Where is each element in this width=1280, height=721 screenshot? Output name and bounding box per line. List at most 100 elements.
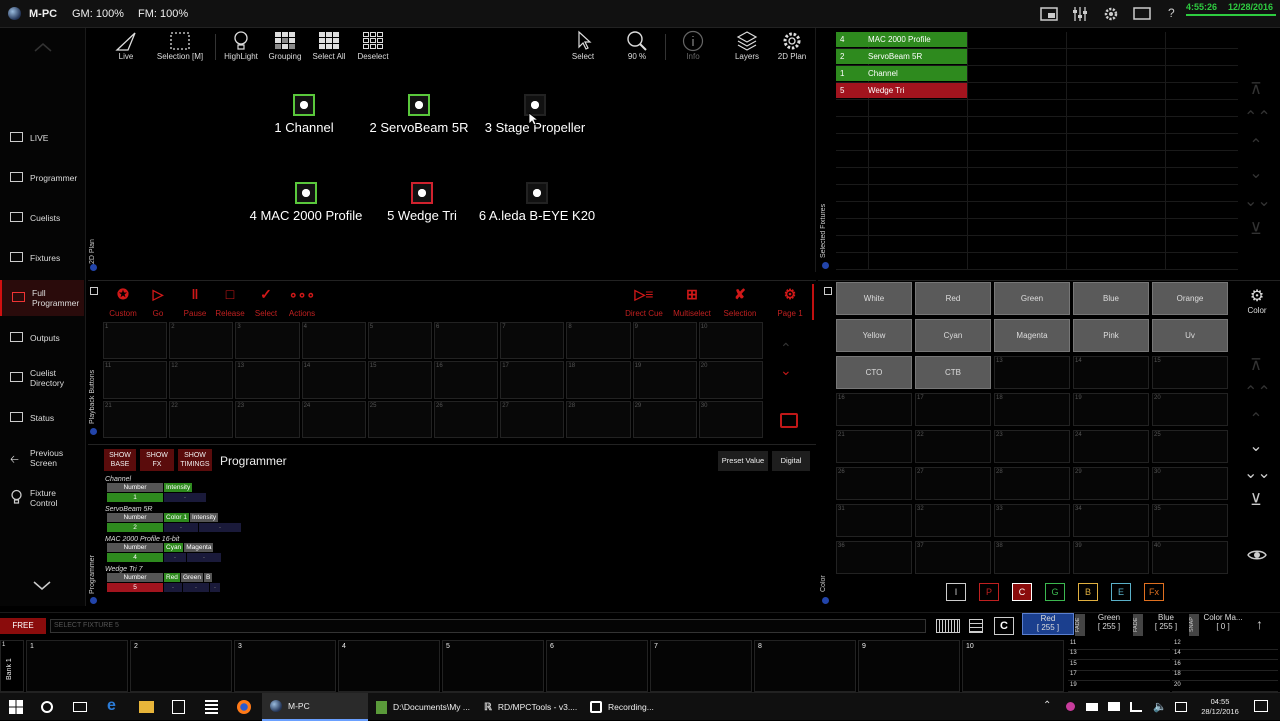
fader-mode-tag[interactable]: FADE <box>1133 614 1143 636</box>
fader-mode-tag[interactable]: SNAP <box>1189 614 1199 636</box>
color-preset-empty[interactable]: 20 <box>1152 393 1228 426</box>
playback-cell[interactable]: 21 <box>103 400 168 438</box>
attribute-value-cell[interactable]: - <box>164 583 182 592</box>
sidebar-item-fixture-control[interactable]: Fixture Control <box>0 480 84 516</box>
color-preset-empty[interactable]: 14 <box>1073 356 1149 389</box>
pb-up-arrow-icon[interactable]: ⌃ <box>780 340 792 357</box>
color-preset-empty[interactable]: 34 <box>1073 504 1149 537</box>
playback-cell[interactable]: 2 <box>169 322 234 360</box>
color-preset-magenta[interactable]: Magenta <box>994 319 1070 352</box>
color-preset-empty[interactable]: 16 <box>836 393 912 426</box>
color-settings-button[interactable]: ⚙ Color <box>1244 286 1270 315</box>
tool-info[interactable]: Info <box>678 30 708 61</box>
tool-select-all[interactable]: Select All <box>310 30 348 61</box>
color-preset-empty[interactable]: 15 <box>1152 356 1228 389</box>
mini-bank-slot[interactable]: 12 <box>1172 640 1278 650</box>
window-icon[interactable] <box>1133 6 1151 22</box>
color-preset-empty[interactable]: 19 <box>1073 393 1149 426</box>
attribute-value-cell[interactable]: - <box>164 553 186 562</box>
fixture-number-cell[interactable]: 2 <box>107 523 163 532</box>
playback-cell[interactable]: 17 <box>500 361 565 399</box>
color-preset-white[interactable]: White <box>836 282 912 315</box>
playback-cell[interactable]: 11 <box>103 361 168 399</box>
pb-pause-button[interactable]: ‖ Pause <box>180 286 210 318</box>
feature-group-c[interactable]: C <box>1012 583 1032 601</box>
feature-group-e[interactable]: E <box>1111 583 1131 601</box>
playback-cell[interactable]: 19 <box>632 361 697 399</box>
fader-green[interactable]: Green[ 255 ] <box>1086 613 1132 635</box>
fixture-2-servobeam[interactable]: 2 ServoBeam 5R <box>362 94 476 135</box>
sidebar-item-cuelists[interactable]: Cuelists <box>0 200 84 236</box>
edge-icon[interactable]: e <box>107 697 116 715</box>
help-icon[interactable]: ? <box>1168 6 1175 20</box>
keypad-icon[interactable] <box>969 619 983 633</box>
tool-select[interactable]: Select <box>568 30 598 61</box>
task-mpctools[interactable]: ℝ RD/MPCTools - v3.... <box>476 693 582 721</box>
feature-group-fx[interactable]: Fx <box>1144 583 1164 601</box>
playback-cell[interactable]: 4 <box>301 322 366 360</box>
mini-bank-slot[interactable]: 13 <box>1068 650 1170 661</box>
color-preset-empty[interactable]: 28 <box>994 467 1070 500</box>
color-preset-cyan[interactable]: Cyan <box>915 319 991 352</box>
playback-cell[interactable]: 12 <box>169 361 234 399</box>
playback-cell[interactable]: 20 <box>698 361 763 399</box>
programmer-fixture[interactable]: Wedge Tri 7 Number Red Green B 5- - - <box>105 566 305 592</box>
attribute-value-cell[interactable]: - <box>199 523 241 532</box>
playback-cell[interactable]: 13 <box>235 361 300 399</box>
playback-cell[interactable]: 27 <box>500 400 565 438</box>
color-preset-empty[interactable]: 30 <box>1152 467 1228 500</box>
color-preset-empty[interactable]: 23 <box>994 430 1070 463</box>
digital-button[interactable]: Digital <box>772 451 810 471</box>
bank-slot[interactable]: 10 <box>962 640 1064 692</box>
pb-actions-button[interactable]: ∘∘∘ Actions <box>286 286 318 318</box>
chevron-up-icon[interactable] <box>34 42 52 52</box>
tool-grouping[interactable]: Grouping <box>266 30 304 61</box>
selected-row[interactable]: 4 MAC 2000 Profile <box>836 32 967 47</box>
tray-app-icon[interactable] <box>1066 702 1075 711</box>
color-preset-empty[interactable]: 33 <box>994 504 1070 537</box>
attribute-value-cell[interactable]: - <box>164 523 198 532</box>
fixture-number-cell[interactable]: 4 <box>107 553 163 562</box>
programmer-fixture[interactable]: MAC 2000 Profile 16-bit Number Cyan Magenta… <box>105 536 305 562</box>
playback-cell[interactable]: 7 <box>500 322 565 360</box>
color-preset-green[interactable]: Green <box>994 282 1070 315</box>
playback-cell[interactable]: 18 <box>566 361 631 399</box>
tray-network-icon[interactable] <box>1130 702 1142 712</box>
playback-cell[interactable]: 6 <box>433 322 499 360</box>
fader-red[interactable]: Red[ 255 ] <box>1022 613 1074 635</box>
sidebar-item-previous-screen[interactable]: 🡠 Previous Screen <box>0 440 84 476</box>
color-preset-cto[interactable]: CTO <box>836 356 912 389</box>
bank-slot[interactable]: 2 <box>130 640 232 692</box>
tray-chevron-icon[interactable]: ⌃ <box>1043 700 1051 711</box>
pb-page-button[interactable]: ⚙ Page 1 <box>772 286 808 318</box>
color-preset-empty[interactable]: 21 <box>836 430 912 463</box>
fixture-4-mac-2000[interactable]: 4 MAC 2000 Profile <box>240 182 372 223</box>
color-preset-yellow[interactable]: Yellow <box>836 319 912 352</box>
playback-cell[interactable]: 8 <box>566 322 631 360</box>
playback-cell[interactable]: 30 <box>698 400 763 438</box>
keyboard-icon[interactable] <box>936 619 960 633</box>
show-fx-button[interactable]: SHOW FX <box>140 449 174 471</box>
calculator-icon[interactable] <box>205 700 218 714</box>
feature-group-b[interactable]: B <box>1078 583 1098 601</box>
pb-multiselect-button[interactable]: ⊞ Multiselect <box>670 286 714 318</box>
playback-cell[interactable]: 1 <box>103 322 168 360</box>
fixture-1-channel[interactable]: 1 Channel <box>264 94 344 135</box>
color-preset-empty[interactable]: 22 <box>915 430 991 463</box>
pb-down-arrow-icon[interactable]: ⌄ <box>780 362 792 379</box>
playback-cell[interactable]: 28 <box>566 400 631 438</box>
color-lock-icon[interactable] <box>824 287 832 295</box>
playback-cell[interactable]: 10 <box>698 322 763 360</box>
color-preset-empty[interactable]: 32 <box>915 504 991 537</box>
playback-cell[interactable]: 9 <box>632 322 697 360</box>
bank-slot[interactable]: 9 <box>858 640 960 692</box>
selected-row[interactable]: 1 Channel <box>836 66 967 81</box>
tray-volume-icon[interactable]: 🔈 <box>1153 700 1167 713</box>
preset-value-button[interactable]: Preset Value <box>718 451 768 471</box>
fixture-number-cell[interactable]: 1 <box>107 493 163 502</box>
programmer-fixture[interactable]: ServoBeam 5R Number Color 1 Intensity 2- - <box>105 506 305 532</box>
task-notepad[interactable]: D:\Documents\My ... <box>368 693 474 721</box>
lock-icon[interactable] <box>90 287 98 295</box>
fixture-6-aleda[interactable]: 6 A.leda B-EYE K20 <box>474 182 600 223</box>
pb-custom-button[interactable]: ✪ Custom <box>106 286 140 318</box>
